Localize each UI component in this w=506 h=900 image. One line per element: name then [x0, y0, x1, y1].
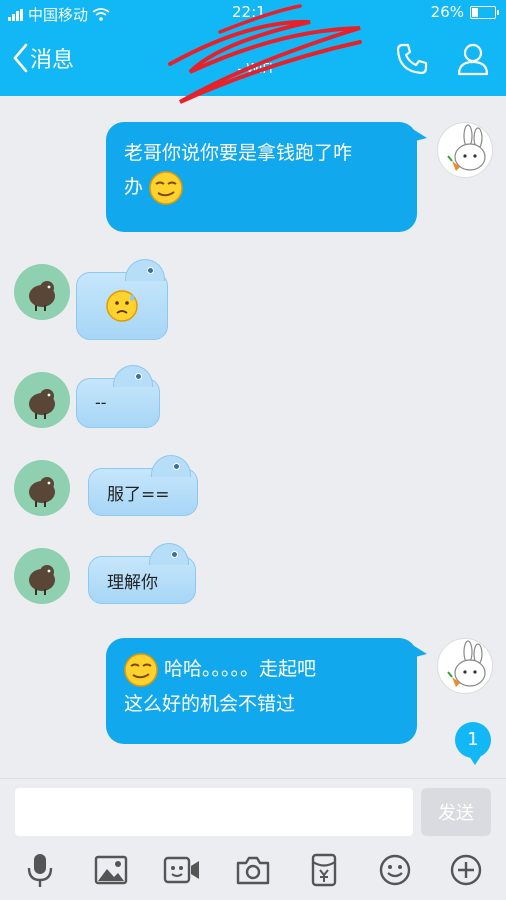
- more-button[interactable]: [446, 850, 486, 890]
- rabbit-avatar-icon: [447, 124, 486, 171]
- self-avatar[interactable]: [437, 122, 493, 178]
- plus-icon: [450, 854, 482, 886]
- battery-percent: 26%: [430, 3, 464, 21]
- incoming-message[interactable]: 理解你: [88, 543, 196, 604]
- message-text: 服了==: [107, 484, 170, 505]
- contact-avatar-icon: [29, 565, 55, 595]
- input-toolbar: [0, 838, 506, 900]
- voice-button[interactable]: [20, 850, 60, 890]
- chevron-left-icon: [13, 43, 28, 73]
- emoji-icon: [379, 854, 411, 886]
- message-list[interactable]: 老哥你说你要是拿钱跑了咋 办 -- 服了== 理解你 哈哈。。。。。走起吧 这么…: [0, 96, 506, 778]
- incoming-message[interactable]: 服了==: [88, 455, 198, 516]
- image-button[interactable]: [91, 850, 131, 890]
- sly-smile-emoji-icon: [149, 170, 183, 205]
- wifi-icon: [92, 8, 110, 21]
- battery-group: 26%: [430, 3, 499, 21]
- composer-bar: 发送: [0, 778, 506, 838]
- outgoing-message[interactable]: 哈哈。。。。。走起吧 这么好的机会不错过: [106, 638, 427, 744]
- back-button[interactable]: 消息: [12, 42, 74, 74]
- sly-smile-emoji-icon: [124, 652, 158, 687]
- outgoing-message[interactable]: 老哥你说你要是拿钱跑了咋 办: [106, 122, 427, 232]
- carrier-name: 中国移动: [28, 6, 89, 24]
- unread-count-badge[interactable]: 1: [455, 722, 491, 765]
- contact-avatar[interactable]: [14, 548, 70, 604]
- incoming-message[interactable]: --: [76, 365, 160, 428]
- image-icon: [94, 855, 128, 885]
- call-button[interactable]: [395, 42, 429, 80]
- carrier-group: 中国移动: [8, 4, 110, 25]
- profile-button[interactable]: [456, 42, 490, 80]
- camera-icon: [236, 856, 270, 885]
- signal-icon: [8, 8, 23, 21]
- message-text-line: 老哥你说你要是拿钱跑了咋: [124, 142, 353, 164]
- contact-avatar-icon: [29, 389, 55, 419]
- person-icon: [457, 43, 489, 76]
- message-text: 理解你: [107, 572, 158, 593]
- status-bar: 中国移动 22:1 26%: [0, 0, 506, 26]
- contact-avatar[interactable]: [14, 264, 70, 320]
- contact-info[interactable]: - WiFi: [180, 34, 330, 77]
- red-packet-icon: [311, 853, 337, 887]
- video-button[interactable]: [162, 850, 202, 890]
- back-label: 消息: [30, 48, 75, 73]
- emoji-button[interactable]: [375, 850, 415, 890]
- contact-avatar-icon: [29, 477, 55, 507]
- rabbit-avatar-icon: [447, 640, 486, 687]
- self-avatar[interactable]: [437, 638, 493, 694]
- camera-button[interactable]: [233, 850, 273, 890]
- send-button[interactable]: 发送: [421, 788, 491, 836]
- incoming-message[interactable]: [76, 259, 168, 340]
- phone-icon: [396, 43, 428, 75]
- message-input[interactable]: [15, 788, 413, 836]
- video-icon: [163, 856, 199, 884]
- contact-avatar[interactable]: [14, 372, 70, 428]
- message-text-line: 这么好的机会不错过: [124, 692, 296, 715]
- message-text: --: [95, 393, 107, 413]
- top-bar: 中国移动 22:1 26% 消息 - WiFi: [0, 0, 506, 104]
- contact-status: - WiFi: [237, 62, 273, 77]
- contact-avatar[interactable]: [14, 460, 70, 516]
- battery-icon: [470, 5, 499, 19]
- mic-icon: [27, 854, 53, 887]
- red-packet-button[interactable]: [304, 850, 344, 890]
- contact-name: [180, 34, 330, 58]
- message-text-line: 哈哈。。。。。走起吧: [164, 658, 317, 680]
- sweat-emoji-icon: [106, 290, 138, 322]
- status-time: 22:1: [232, 3, 266, 21]
- contact-avatar-icon: [29, 281, 55, 311]
- message-text-line: 办: [124, 176, 144, 198]
